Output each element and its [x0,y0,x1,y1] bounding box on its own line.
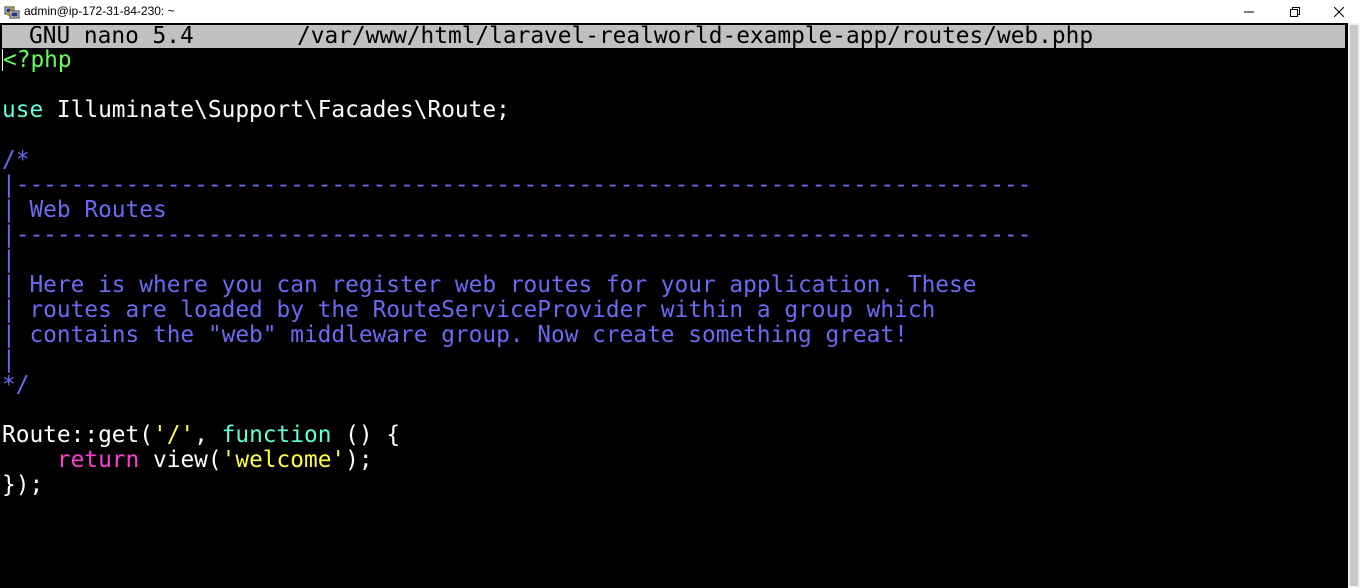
close-icon [1334,6,1344,17]
window-title: admin@ip-172-31-84-230: ~ [24,4,175,18]
comment-line[interactable]: | Web Routes [2,198,167,223]
comment-line[interactable]: /* [2,148,29,173]
code-line-php-open[interactable]: <?php [2,48,72,73]
close-button[interactable] [1316,0,1360,23]
title-bar[interactable]: admin@ip-172-31-84-230: ~ [0,0,1360,23]
restore-button[interactable] [1272,0,1318,23]
code-line-return[interactable]: return view('welcome'); [2,448,373,473]
file-path: /var/www/html/laravel-realworld-example-… [297,23,1094,49]
minimize-icon [1244,11,1254,12]
view-call: view( [139,447,222,473]
nano-version: GNU nano 5.4 [29,23,194,49]
view-arg: 'welcome' [221,447,346,473]
comment-line[interactable]: | contains the "web" middleware group. N… [2,323,908,348]
code-line-route[interactable]: Route::get('/', function () { [2,423,400,448]
use-keyword: use [2,97,44,123]
comment-line[interactable]: | [2,348,16,373]
route-suffix: () { [331,422,401,448]
restore-icon [1290,6,1300,17]
putty-icon [4,5,20,19]
code-line-use[interactable]: use Illuminate\Support\Facades\Route; [2,98,510,123]
route-sep: , [194,422,222,448]
php-open-tag: <?php [3,47,72,73]
function-keyword: function [221,422,332,448]
comment-line[interactable]: | [2,248,16,273]
return-end: ); [345,447,373,473]
code-line-closing[interactable]: }); [2,473,43,498]
terminal-window: admin@ip-172-31-84-230: ~ GNU nano 5.4 /… [0,0,1360,588]
comment-line[interactable]: |---------------------------------------… [2,223,1031,248]
route-prefix: Route::get( [2,422,153,448]
return-keyword: return [56,447,140,473]
comment-line[interactable]: | routes are loaded by the RouteServiceP… [2,298,935,323]
minimize-button[interactable] [1226,0,1272,23]
route-arg: '/' [152,422,195,448]
scrollbar-thumb[interactable] [1350,25,1358,586]
comment-line[interactable]: | Here is where you can register web rou… [2,273,976,298]
nano-header-bar: GNU nano 5.4 /var/www/html/laravel-realw… [2,25,1345,48]
terminal-screen[interactable]: GNU nano 5.4 /var/www/html/laravel-realw… [0,23,1348,588]
vertical-scrollbar[interactable] [1348,23,1360,588]
comment-line[interactable]: */ [2,373,29,398]
comment-line[interactable]: |---------------------------------------… [2,173,1031,198]
use-path: Illuminate\Support\Facades\Route; [43,97,510,123]
